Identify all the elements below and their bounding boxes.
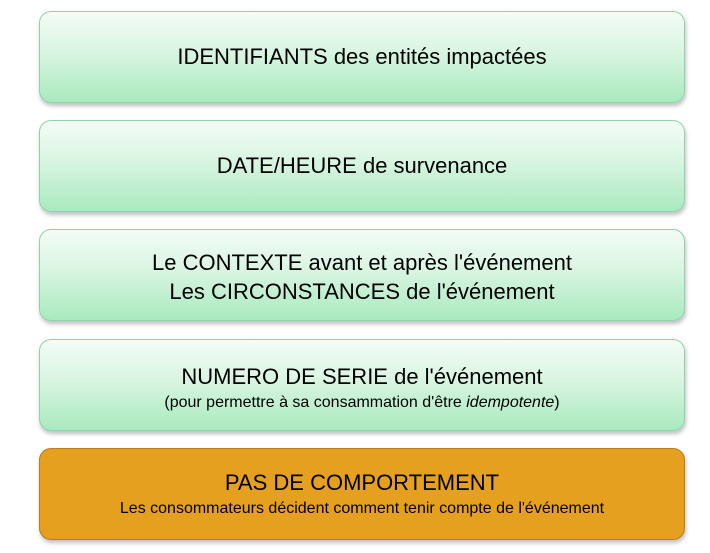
box-pas-de-comportement: PAS DE COMPORTEMENT Les consommateurs dé… [39, 448, 685, 540]
box-contexte-line1: Le CONTEXTE avant et après l'événement [152, 250, 572, 275]
subtitle-italic-term: idempotente [466, 394, 555, 411]
box-contexte: Le CONTEXTE avant et après l'événement L… [39, 229, 685, 321]
subtitle-suffix: ) [554, 394, 560, 411]
box-contexte-line2: Les CIRCONSTANCES de l'événement [169, 279, 555, 304]
box-date-heure-text: DATE/HEURE de survenance [216, 153, 508, 178]
box-numero-serie-subtitle: (pour permettre à sa consammation d'être… [164, 392, 559, 414]
box-pas-de-comportement-subtitle: Les consommateurs décident comment tenir… [119, 500, 605, 517]
box-date-heure: DATE/HEURE de survenance [39, 120, 685, 212]
subtitle-prefix: (pour permettre à sa consammation d'être [164, 394, 467, 411]
box-identifiants: IDENTIFIANTS des entités impactées [39, 11, 685, 103]
box-numero-serie-title: NUMERO DE SERIE de l'événement [181, 364, 543, 389]
box-identifiants-text: IDENTIFIANTS des entités impactées [177, 44, 547, 69]
box-pas-de-comportement-title: PAS DE COMPORTEMENT [224, 470, 500, 495]
box-numero-serie: NUMERO DE SERIE de l'événement (pour per… [39, 339, 685, 431]
